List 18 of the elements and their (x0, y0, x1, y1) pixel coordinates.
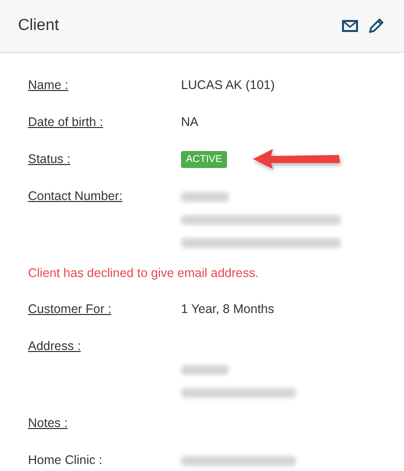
redacted-text (181, 192, 229, 202)
field-label: Address : (28, 338, 82, 355)
mail-icon[interactable] (342, 20, 358, 32)
field-value: NA (181, 115, 198, 129)
field-label: Customer For : (28, 301, 112, 318)
field-label: Notes : (28, 415, 69, 432)
field-label: Contact Number: (28, 188, 124, 205)
redacted-text (181, 365, 229, 375)
notice-text: Client has declined to give email address. (28, 265, 260, 282)
field-value: 1 Year, 8 Months (181, 302, 274, 316)
edit-icon[interactable] (368, 18, 384, 34)
status-badge: ACTIVE (181, 150, 228, 168)
field-label: Name : (28, 77, 70, 94)
field-label: Home Clinic : (28, 452, 104, 469)
panel-title: Client (18, 17, 59, 35)
field-value: LUCAS AK (101) (181, 78, 275, 92)
field-label: Date of birth : (28, 114, 104, 131)
field-label: Status : (28, 151, 72, 168)
